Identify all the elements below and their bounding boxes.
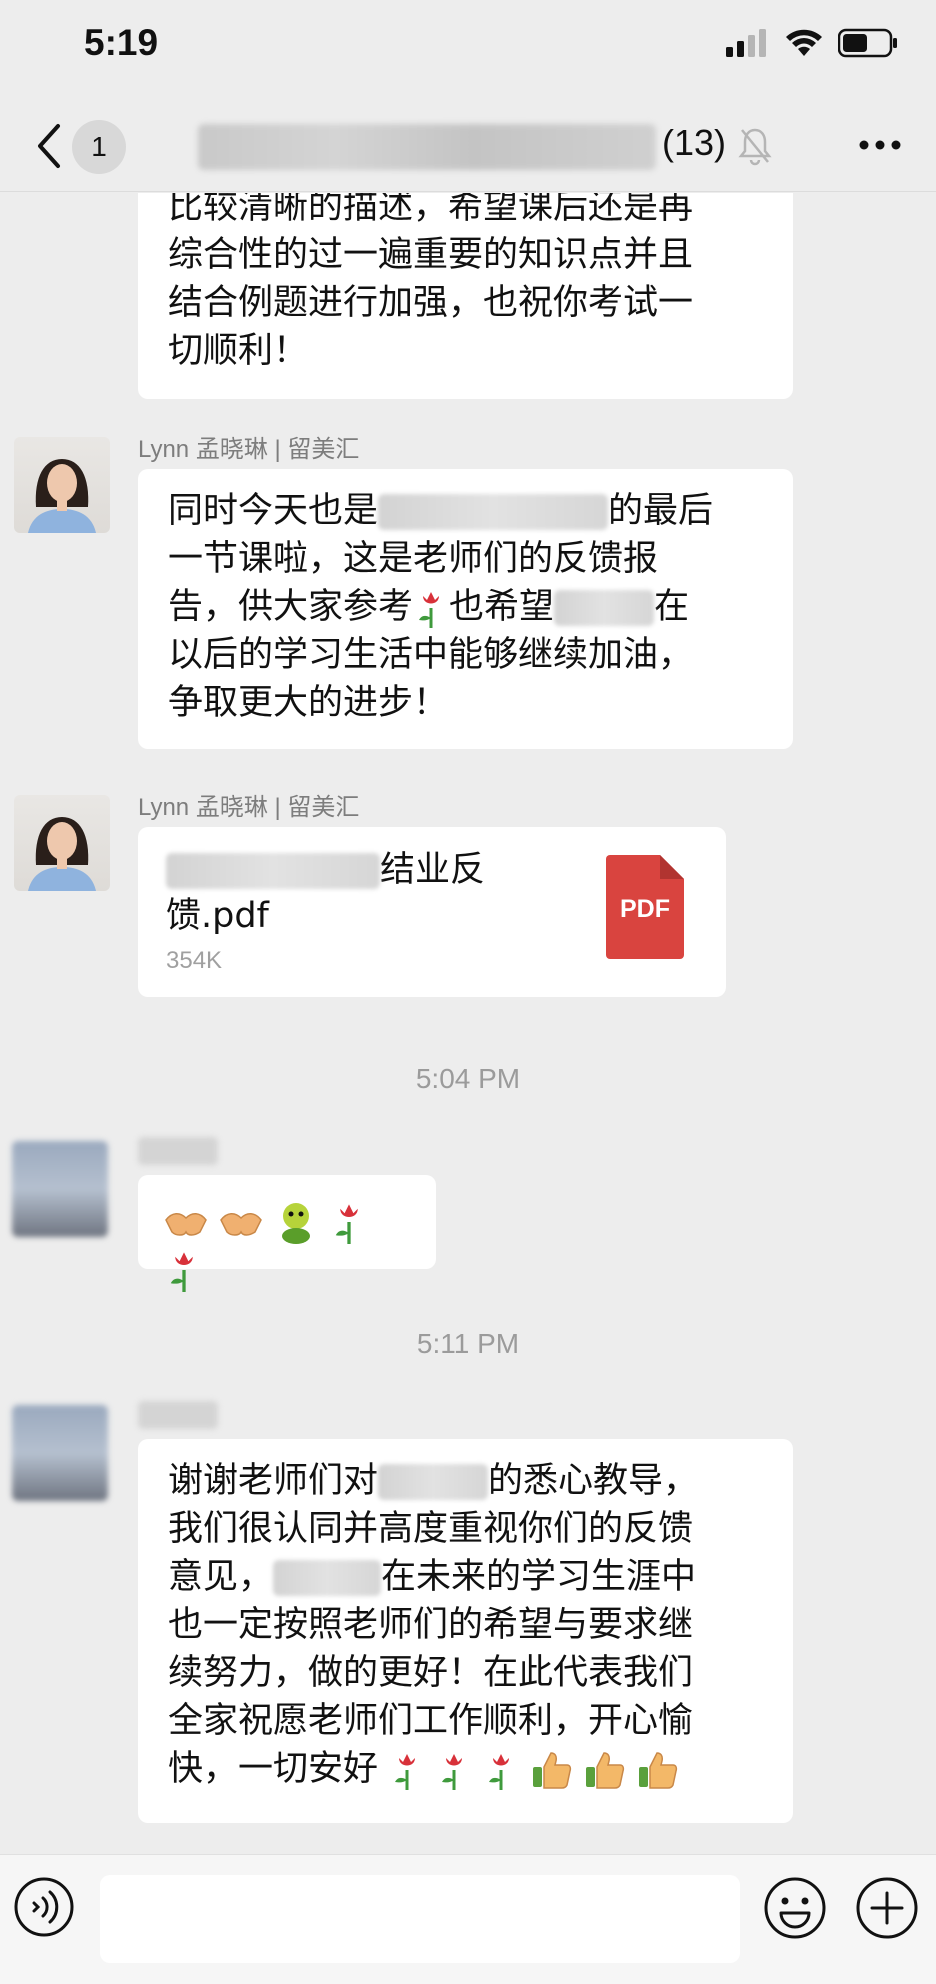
- unread-badge[interactable]: 1: [72, 120, 126, 174]
- rose-emoji: [395, 1754, 416, 1790]
- status-icons: [726, 28, 898, 58]
- message-line: 综合性的过一遍重要的知识点并且: [168, 235, 694, 275]
- voice-icon[interactable]: [12, 1875, 76, 1939]
- message-bubble[interactable]: [138, 1175, 436, 1292]
- file-size: 354K: [166, 947, 223, 974]
- bell-slash-icon: [738, 128, 772, 166]
- message-line: 结合例题进行加强，也祝你考试一: [168, 283, 694, 323]
- message-bubble[interactable]: 比较清晰的描述，希望课后还是再 综合性的过一遍重要的知识点并且 结合例题进行加强…: [138, 193, 793, 399]
- message-bubble[interactable]: 同时今天也是 的最后 一节课啦，这是老师们的反馈报 告，供大家参考 也希望 在 以后的…: [138, 469, 793, 749]
- text: 谢谢老师们对: [168, 1461, 379, 1501]
- chat-title-redacted: [198, 124, 656, 170]
- avatar[interactable]: [12, 1141, 108, 1237]
- rose-emoji: [442, 1754, 463, 1790]
- text: 的悉心教导，: [488, 1461, 699, 1501]
- thumbs-up-emoji: [638, 1752, 677, 1789]
- chevron-left-icon[interactable]: [30, 120, 70, 172]
- file-attachment[interactable]: 结业反 馈.pdf 354K PDF: [138, 827, 726, 997]
- redacted-text: [166, 853, 380, 889]
- thumbs-up-emoji: [532, 1752, 571, 1789]
- text: 同时今天也是: [168, 491, 379, 531]
- thumbs-up-emoji: [585, 1752, 624, 1789]
- sender-name-redacted: [138, 1137, 218, 1165]
- message-line: 我们很认同并高度重视你们的反馈: [168, 1509, 694, 1549]
- handshake-emoji: [220, 1213, 263, 1236]
- avatar-portrait: [28, 459, 96, 533]
- sender-name-redacted: [138, 1401, 218, 1429]
- message-line: 全家祝愿老师们工作顺利，开心愉: [168, 1701, 694, 1741]
- rose-emoji: [170, 1252, 193, 1292]
- wifi-icon: [786, 29, 822, 56]
- redacted-text: [273, 1560, 382, 1596]
- message-line: 快，一切安好: [168, 1745, 763, 1793]
- avatar[interactable]: [14, 795, 110, 891]
- battery-icon: [838, 28, 897, 58]
- handshake-emoji: [165, 1213, 207, 1236]
- rose-emoji: [336, 1204, 359, 1244]
- avatar[interactable]: [14, 437, 110, 533]
- text: 馈.pdf: [166, 896, 269, 936]
- message-bubble[interactable]: 谢谢老师们对 的悉心教导， 我们很认同并高度重视你们的反馈 意见， 在未来的学习生涯…: [138, 1439, 793, 1823]
- message-input[interactable]: [100, 1875, 740, 1963]
- message-line: 也一定按照老师们的希望与要求继: [168, 1605, 694, 1645]
- status-time: 5:19: [84, 22, 159, 63]
- message-line: 以后的学习生活中能够继续加油，: [168, 635, 694, 675]
- rose-emoji: [489, 1754, 510, 1790]
- message-line: 一节课啦，这是老师们的反馈报: [168, 539, 659, 579]
- time-divider: 5:04 PM: [415, 1063, 521, 1094]
- input-bar: [0, 1854, 936, 1984]
- message-line: 同时今天也是 的最后: [168, 487, 763, 535]
- message-line: 意见， 在未来的学习生涯中: [168, 1553, 763, 1601]
- message-line: 争取更大的进步！: [168, 683, 449, 723]
- text: 快，一切安好: [168, 1749, 379, 1789]
- status-bar: 5:19: [0, 0, 936, 92]
- sender-name: Lynn 孟晓琳 | 留美汇: [138, 794, 360, 821]
- sender-name: Lynn 孟晓琳 | 留美汇: [138, 436, 360, 463]
- avatar[interactable]: [12, 1405, 108, 1501]
- rose-emoji: [419, 592, 440, 628]
- text: 结业反: [380, 850, 486, 890]
- member-count: (13): [662, 122, 727, 163]
- avatar-portrait: [28, 817, 96, 891]
- plus-icon[interactable]: [854, 1875, 920, 1941]
- message-line: 谢谢老师们对 的悉心教导，: [168, 1457, 763, 1505]
- message-line: 告，供大家参考 也希望 在: [168, 583, 763, 631]
- redacted-text: [378, 1464, 489, 1500]
- signal-icon: [726, 29, 766, 57]
- pdf-label: PDF: [620, 895, 670, 923]
- message-line: 切顺利！: [168, 331, 309, 371]
- text: 告，供大家参考: [168, 587, 414, 627]
- smiley-icon[interactable]: [762, 1875, 828, 1941]
- redacted-text: [378, 494, 609, 530]
- chat-header: 1 (13): [0, 100, 936, 192]
- text: 意见，: [168, 1557, 274, 1597]
- message-list[interactable]: 比较清晰的描述，希望课后还是再 综合性的过一遍重要的知识点并且 结合例题进行加强…: [0, 193, 936, 1853]
- message-line: 续努力，做的更好！在此代表我们: [168, 1653, 694, 1693]
- ellipsis-icon[interactable]: [856, 130, 904, 160]
- text: 也希望: [449, 587, 555, 627]
- redacted-text: [554, 590, 655, 626]
- text: 的最后: [608, 491, 714, 531]
- message-line: 比较清晰的描述，希望课后还是再: [168, 193, 694, 227]
- file-name: 结业反 馈.pdf: [166, 847, 485, 939]
- time-divider: 5:11 PM: [416, 1328, 520, 1359]
- text: 在未来的学习生涯中: [381, 1557, 697, 1597]
- green-figure-emoji: [282, 1203, 311, 1244]
- text: 在: [654, 587, 690, 627]
